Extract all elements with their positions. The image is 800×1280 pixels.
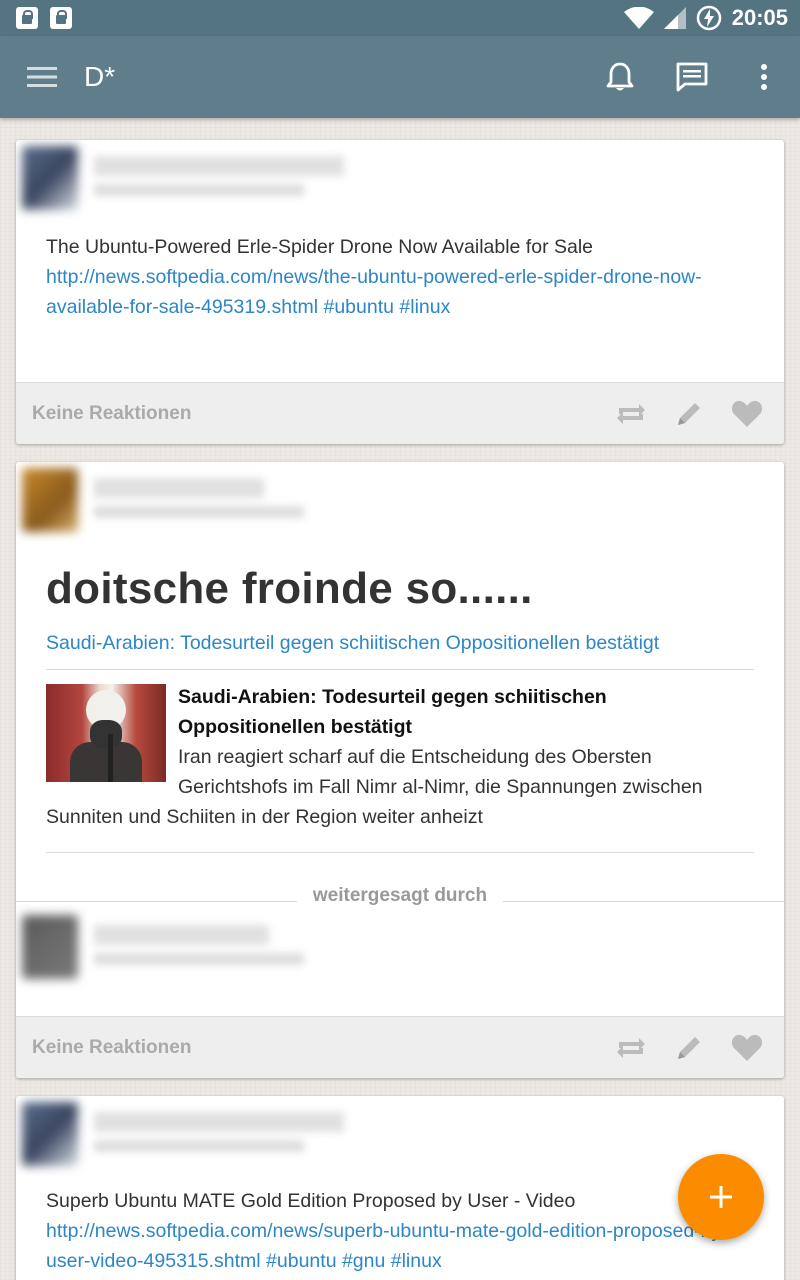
avatar[interactable] [22, 468, 78, 532]
post-text: The Ubuntu-Powered Erle-Spider Drone Now… [46, 236, 702, 318]
post-tags[interactable]: #ubuntu #linux [323, 296, 450, 318]
signal-icon [663, 7, 686, 29]
author-name[interactable] [94, 478, 264, 498]
reshare-icon [617, 403, 645, 424]
reshare-button[interactable] [614, 397, 648, 431]
post-timestamp [94, 1140, 304, 1152]
post-headline: doitsche froinde so...... [46, 564, 533, 613]
more-vert-icon [761, 64, 767, 90]
menu-icon [27, 67, 57, 87]
menu-button[interactable] [0, 36, 84, 118]
post-tags[interactable]: #ubuntu #gnu #linux [266, 1250, 442, 1272]
avatar[interactable] [22, 146, 78, 210]
preview-thumbnail[interactable] [46, 684, 166, 782]
reshare-icon [617, 1037, 645, 1058]
like-button[interactable] [730, 1031, 764, 1065]
chat-icon [676, 62, 708, 92]
plus-icon [710, 1186, 732, 1208]
post-card: The Ubuntu-Powered Erle-Spider Drone Now… [16, 140, 784, 444]
status-bar: 20:05 [0, 0, 800, 36]
like-button[interactable] [730, 397, 764, 431]
post-author[interactable] [16, 1096, 784, 1176]
post-author[interactable] [16, 140, 784, 220]
reshare-separator: weitergesagt durch [16, 879, 784, 909]
overflow-menu-button[interactable] [728, 36, 800, 118]
pencil-icon [678, 402, 700, 425]
post-card: Superb Ubuntu MATE Gold Edition Proposed… [16, 1096, 784, 1280]
conversations-button[interactable] [656, 36, 728, 118]
comment-button[interactable] [672, 397, 706, 431]
resharer-author[interactable] [16, 909, 784, 989]
comment-button[interactable] [672, 1031, 706, 1065]
new-post-fab[interactable] [678, 1154, 764, 1240]
app-bar: D* [0, 36, 800, 118]
reshared-by-label: weitergesagt durch [296, 885, 504, 907]
post-author[interactable] [16, 462, 784, 542]
avatar[interactable] [22, 915, 78, 979]
post-footer: Keine Reaktionen [16, 1016, 784, 1078]
heart-icon [731, 400, 763, 427]
divider [46, 669, 754, 670]
post-timestamp [94, 184, 304, 196]
post-text: Superb Ubuntu MATE Gold Edition Proposed… [46, 1190, 728, 1272]
reactions-count[interactable]: Keine Reaktionen [32, 403, 191, 425]
divider [46, 852, 754, 853]
notifications-button[interactable] [584, 36, 656, 118]
lock-icon [50, 7, 72, 29]
avatar[interactable] [22, 1102, 78, 1166]
clock: 20:05 [731, 5, 788, 30]
wifi-icon [623, 7, 654, 29]
post-timestamp [94, 506, 304, 518]
heart-icon [731, 1034, 763, 1061]
app-title: D* [84, 61, 116, 92]
author-name[interactable] [94, 1112, 344, 1132]
post-timestamp [94, 953, 304, 965]
pencil-icon [678, 1036, 700, 1059]
post-card: doitsche froinde so...... Saudi-Arabien:… [16, 462, 784, 1078]
bell-icon [606, 62, 634, 91]
link-preview[interactable]: Saudi-Arabien: Todesurteil gegen schiiti… [46, 682, 754, 832]
author-name[interactable] [94, 925, 269, 945]
reshare-button[interactable] [614, 1031, 648, 1065]
author-name[interactable] [94, 156, 344, 176]
lock-icon [16, 7, 38, 29]
post-link[interactable]: Saudi-Arabien: Todesurteil gegen schiiti… [16, 632, 784, 655]
battery-charging-icon [696, 5, 721, 31]
reactions-count[interactable]: Keine Reaktionen [32, 1037, 191, 1059]
post-footer: Keine Reaktionen [16, 382, 784, 444]
